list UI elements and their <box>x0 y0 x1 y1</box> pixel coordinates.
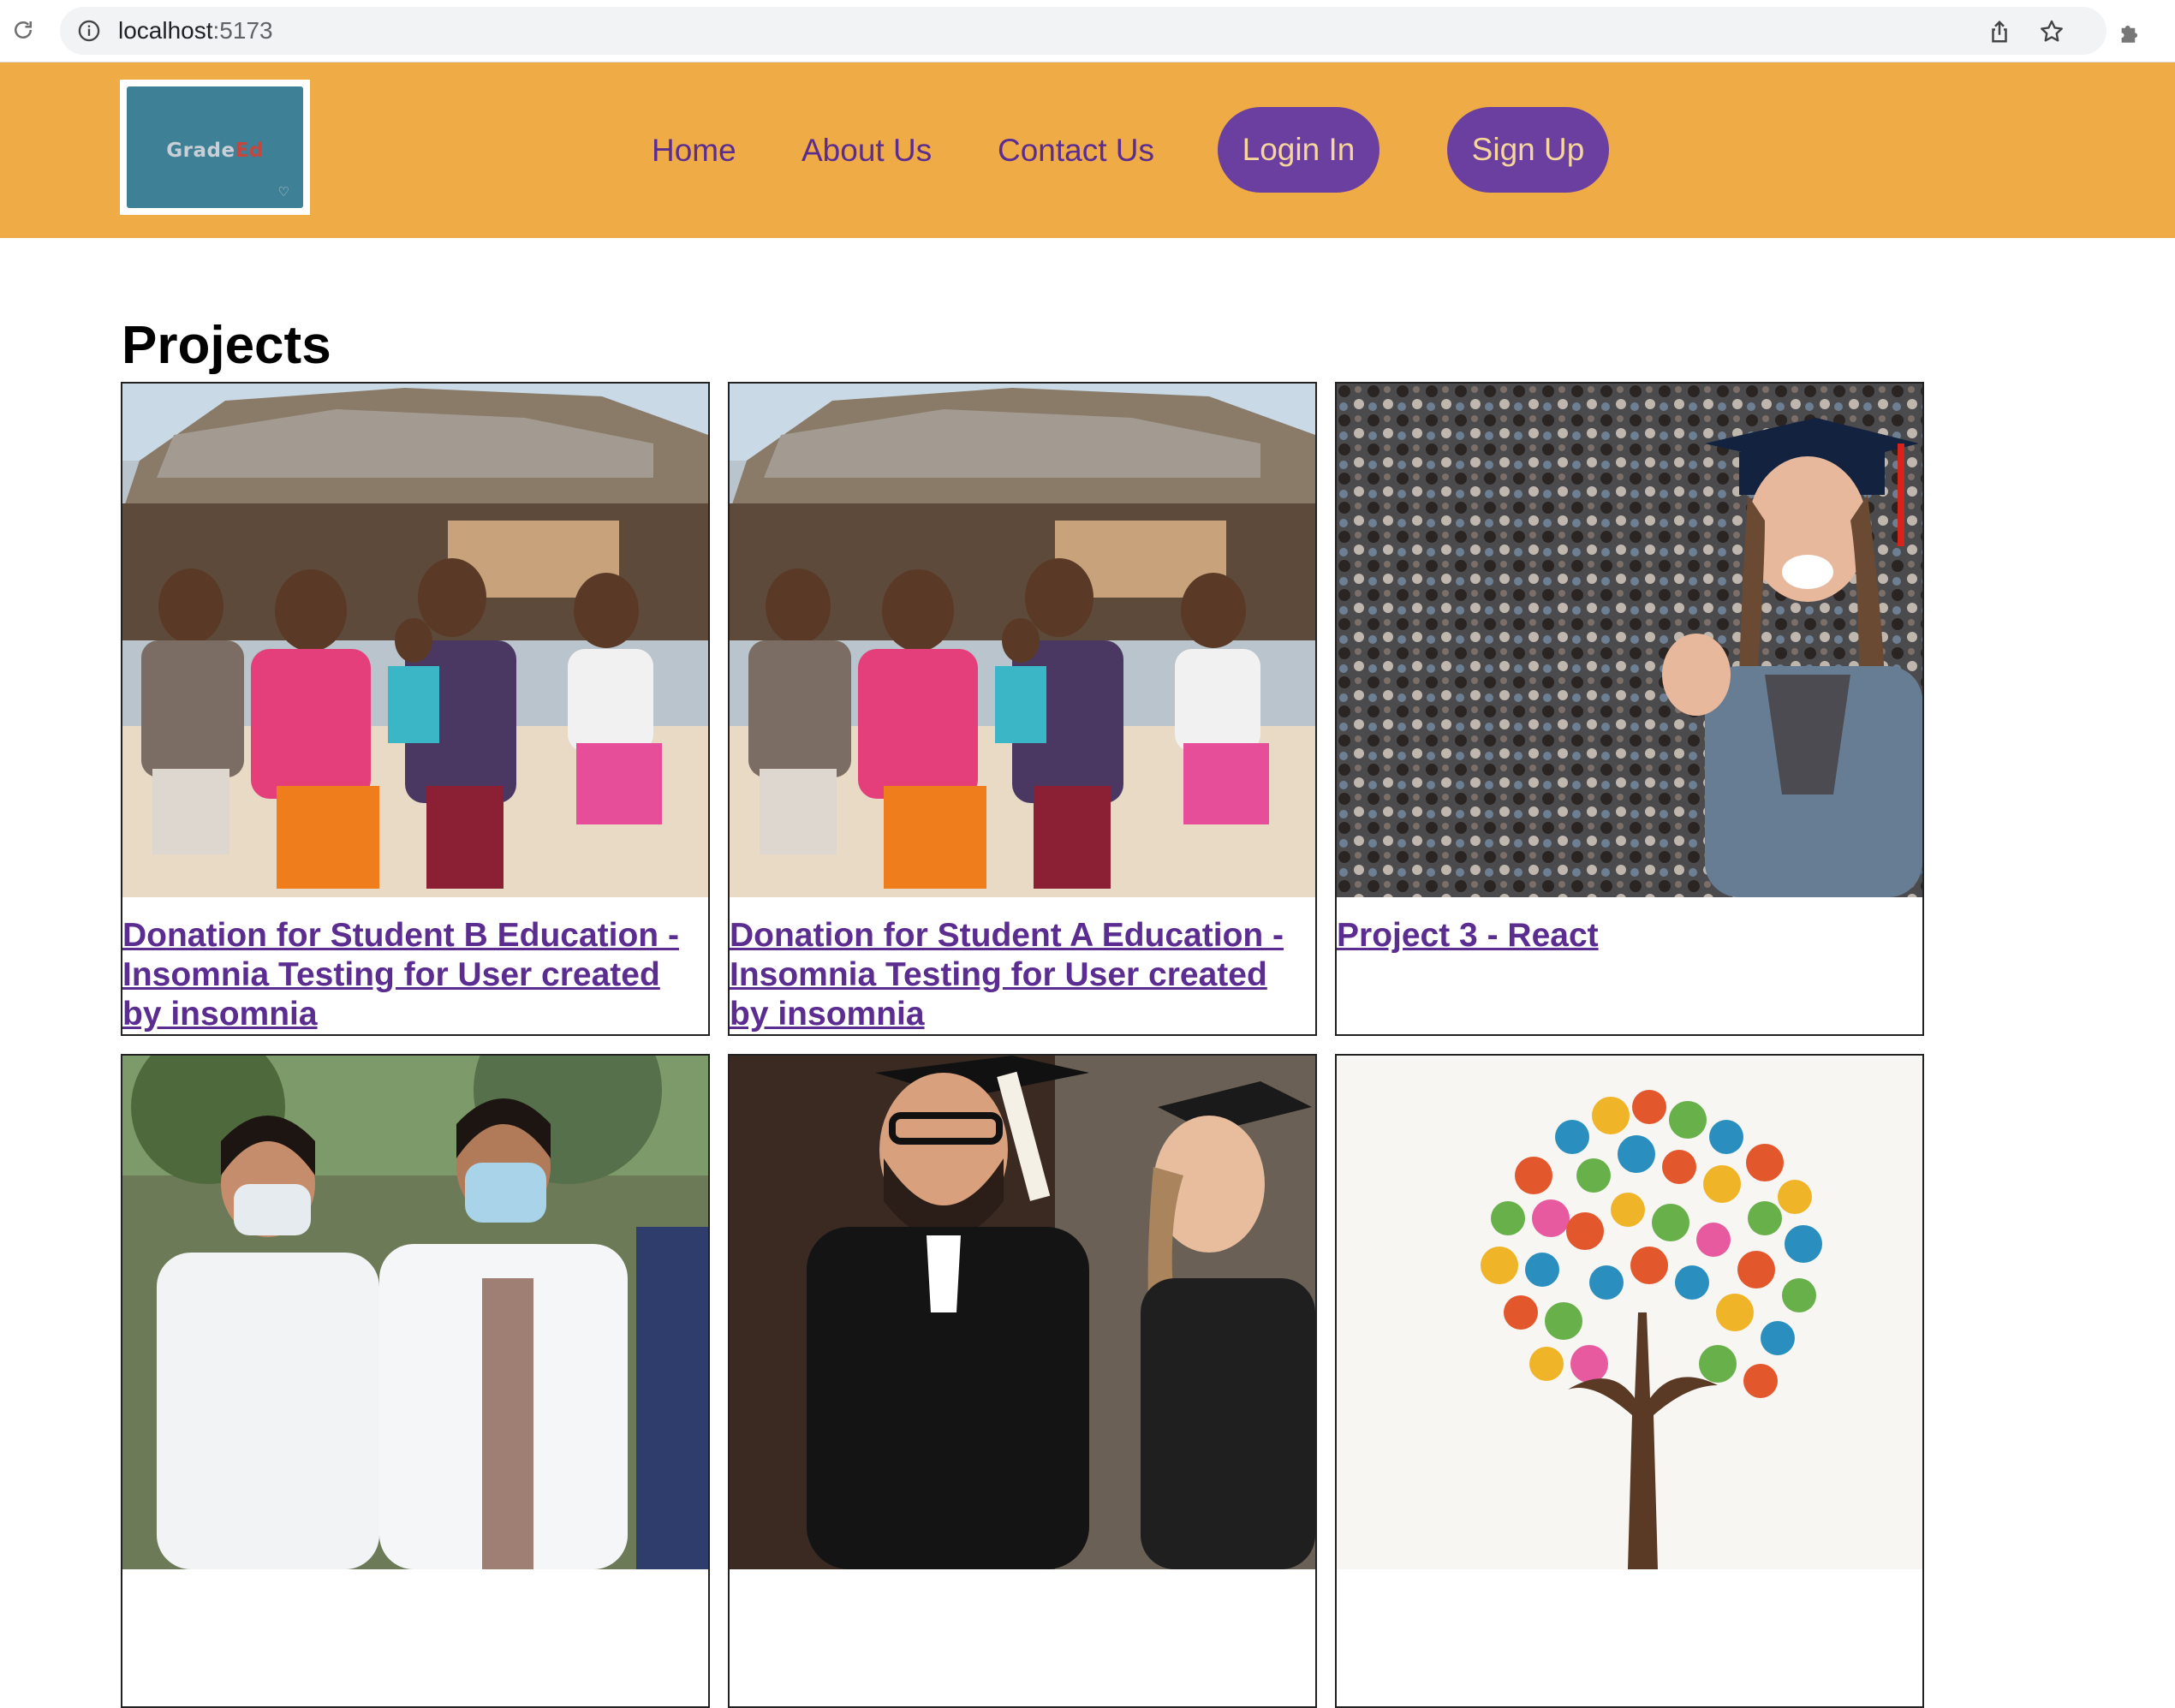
project-image[interactable] <box>122 1056 708 1569</box>
project-card[interactable]: Donation for Student A Education - Insom… <box>728 382 1317 1036</box>
url-text: localhost:5173 <box>118 7 273 55</box>
children-running-photo <box>122 384 708 897</box>
graduate-in-crowd-photo <box>1337 384 1922 897</box>
logo-text: GradeEd <box>127 140 303 162</box>
project-image[interactable] <box>1337 1056 1922 1569</box>
page-title: Projects <box>122 316 331 375</box>
nav-contact-link[interactable]: Contact Us <box>998 62 1154 238</box>
url-port: :5173 <box>212 17 273 44</box>
address-bar[interactable]: localhost:5173 <box>60 7 2106 55</box>
project-card[interactable]: Donation for Student B Education - Insom… <box>121 382 710 1036</box>
graduation-celebration-photo <box>730 1056 1315 1569</box>
reload-icon[interactable] <box>10 17 36 43</box>
site-header: GradeEd ♡ Home About Us Contact Us Login… <box>0 62 2175 238</box>
medical-students-photo <box>122 1056 708 1569</box>
project-title-link[interactable]: Project 3 - React <box>1337 916 1922 955</box>
project-card[interactable]: Project 3 - React <box>1335 382 1924 1036</box>
info-icon[interactable] <box>77 19 101 43</box>
project-card[interactable] <box>121 1054 710 1708</box>
nav-home-link[interactable]: Home <box>652 62 736 238</box>
project-title-link[interactable]: Donation for Student B Education - Insom… <box>122 916 708 1034</box>
browser-toolbar: localhost:5173 <box>0 0 2175 62</box>
bookmark-star-icon[interactable] <box>2038 18 2065 45</box>
project-image[interactable] <box>730 1056 1315 1569</box>
logo-text-accent: Ed <box>235 140 264 162</box>
project-image[interactable] <box>1337 384 1922 897</box>
children-running-photo <box>730 384 1315 897</box>
logo-badge: GradeEd ♡ <box>127 86 303 208</box>
project-image[interactable] <box>122 384 708 897</box>
logo[interactable]: GradeEd ♡ <box>120 80 310 215</box>
tree-of-hands-illustration <box>1337 1056 1922 1569</box>
extensions-icon[interactable] <box>2117 17 2146 46</box>
project-card[interactable] <box>1335 1054 1924 1708</box>
logo-text-primary: Grade <box>166 140 235 162</box>
heart-icon: ♡ <box>277 185 289 199</box>
url-host: localhost <box>118 17 213 44</box>
share-icon[interactable] <box>1987 19 2012 45</box>
login-button[interactable]: Login In <box>1218 107 1379 193</box>
nav-about-link[interactable]: About Us <box>801 62 932 238</box>
project-title-link[interactable]: Donation for Student A Education - Insom… <box>730 916 1315 1034</box>
signup-button[interactable]: Sign Up <box>1447 107 1609 193</box>
project-image[interactable] <box>730 384 1315 897</box>
project-card[interactable] <box>728 1054 1317 1708</box>
